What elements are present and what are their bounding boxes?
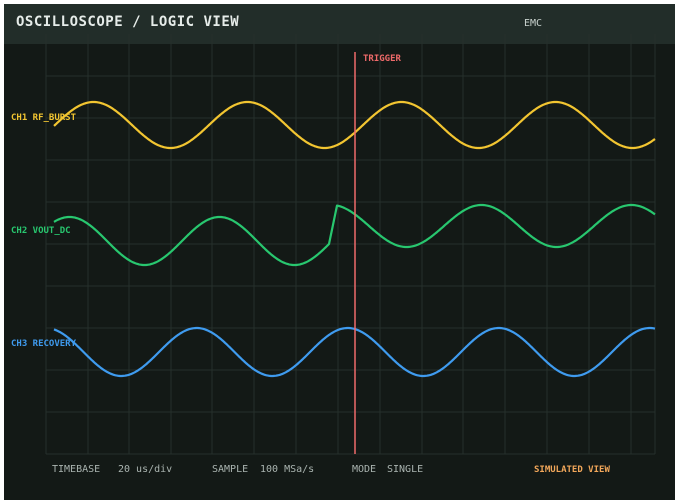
ch1-label[interactable]: CH1 RF_BURST (11, 113, 76, 123)
timebase-label: TIMEBASE (52, 464, 101, 475)
simulated-view-note: SIMULATED VIEW (534, 465, 610, 475)
scope-display[interactable] (4, 4, 675, 500)
ch3-label[interactable]: CH3 RECOVERY (11, 339, 76, 349)
mode-label: MODE (352, 464, 377, 475)
timebase-value: 20 us/div (118, 464, 173, 475)
oscilloscope-window: OSCILLOSCOPE / LOGIC VIEW EMC TRIGGER CH… (0, 0, 679, 504)
sample-label: SAMPLE (212, 464, 249, 475)
scope-grid (45, 34, 656, 455)
ch2-label[interactable]: CH2 VOUT_DC (11, 226, 71, 236)
mode-value: SINGLE (387, 464, 424, 475)
sample-value: 100 MSa/s (260, 464, 315, 475)
trigger-label: TRIGGER (363, 54, 401, 64)
